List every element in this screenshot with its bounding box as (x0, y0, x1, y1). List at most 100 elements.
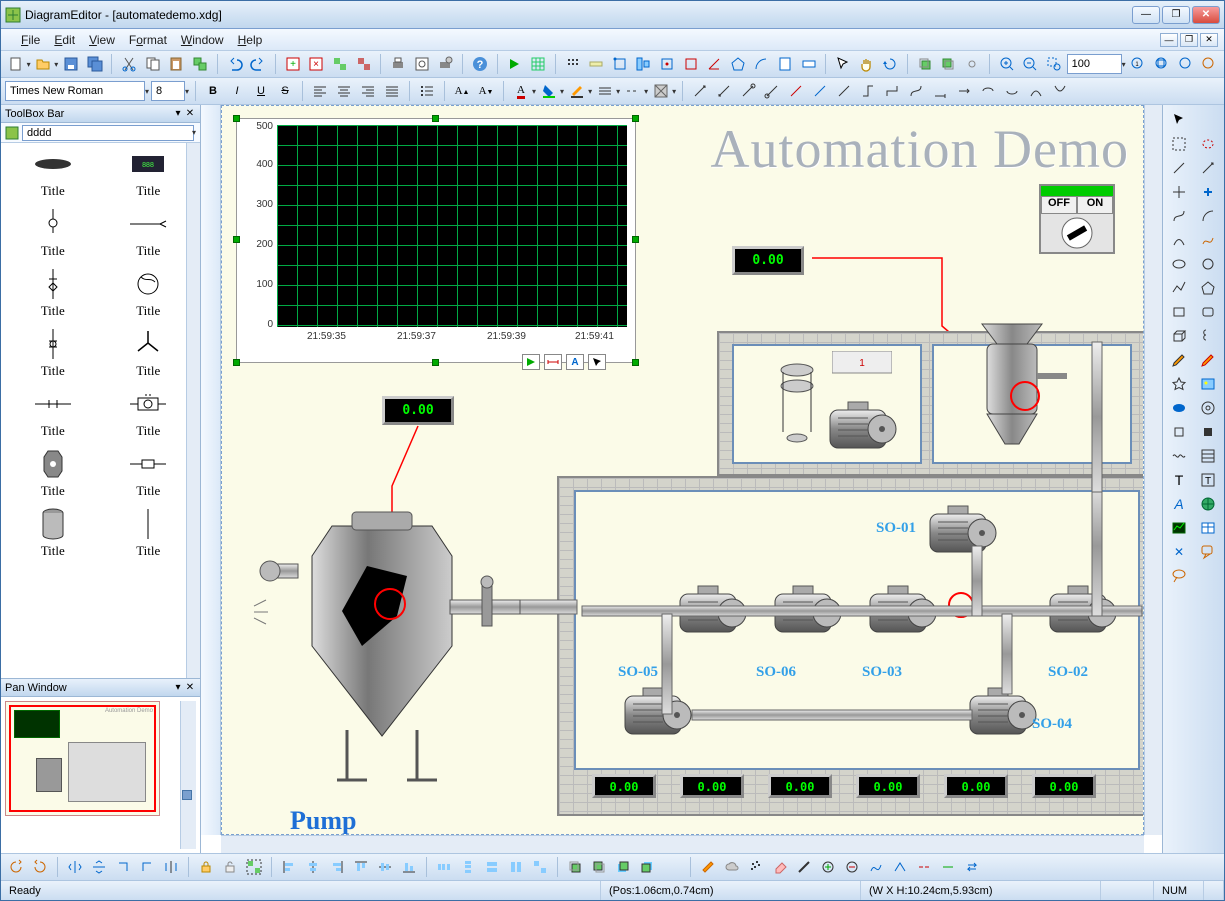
new-button[interactable] (5, 53, 27, 75)
circle-icon[interactable] (1195, 253, 1223, 275)
rotate-left-button[interactable] (5, 856, 27, 878)
hotspot-so03[interactable] (948, 592, 974, 618)
mdi-close[interactable]: ✕ (1200, 33, 1218, 47)
menu-window[interactable]: Window (181, 33, 224, 47)
hotspot-hopper[interactable] (1010, 381, 1040, 411)
bwd-button[interactable] (636, 856, 658, 878)
v-scrollbar[interactable] (1144, 105, 1162, 835)
break-button[interactable] (913, 856, 935, 878)
callout-icon[interactable] (1195, 541, 1223, 563)
conn-16[interactable] (1049, 80, 1071, 102)
callout2-icon[interactable] (1165, 565, 1193, 587)
snap-grid-button[interactable] (562, 53, 584, 75)
line-style-button[interactable] (594, 80, 616, 102)
conn-8[interactable] (857, 80, 879, 102)
palette-item[interactable]: Title (7, 449, 99, 499)
zoom-region-button[interactable] (1043, 53, 1065, 75)
edit-pencil-icon[interactable] (1195, 349, 1223, 371)
align-right-obj[interactable] (326, 856, 348, 878)
save-button[interactable] (60, 53, 82, 75)
trend-cursor-button[interactable] (588, 354, 606, 370)
align-bot-obj[interactable] (398, 856, 420, 878)
motor-bottom1[interactable] (617, 686, 697, 744)
close-button[interactable]: ✕ (1192, 6, 1220, 24)
palette-item[interactable]: Title (103, 389, 195, 439)
order-front-button[interactable] (914, 53, 936, 75)
h-scrollbar[interactable] (221, 835, 1144, 853)
font-grow-button[interactable]: A▲ (451, 80, 473, 102)
preview-button[interactable] (411, 53, 433, 75)
flip-v-button[interactable] (88, 856, 110, 878)
snap-angle-button[interactable] (703, 53, 725, 75)
zoom-fit-button[interactable] (1151, 53, 1173, 75)
list-button[interactable] (416, 80, 438, 102)
text-frame-icon[interactable]: T (1195, 469, 1223, 491)
help-button[interactable]: ? (469, 53, 491, 75)
line-arrow-icon[interactable] (1195, 157, 1223, 179)
order-back-button[interactable] (938, 53, 960, 75)
align-mid-obj[interactable] (374, 856, 396, 878)
square-icon[interactable] (1165, 421, 1193, 443)
pan-pin-icon[interactable]: ▾ (172, 682, 184, 694)
conn-9[interactable] (881, 80, 903, 102)
polyline-icon[interactable] (1165, 277, 1193, 299)
conn-5[interactable] (785, 80, 807, 102)
pump-vessel[interactable] (252, 506, 532, 806)
same-size-button[interactable] (529, 856, 551, 878)
square-fill-icon[interactable] (1195, 421, 1223, 443)
motor-upper-left[interactable] (822, 400, 902, 458)
palette-item[interactable]: Title (7, 509, 99, 559)
palette-item[interactable]: Title (103, 509, 195, 559)
line-dash-button[interactable] (622, 80, 644, 102)
toolbox-combo[interactable] (22, 125, 194, 141)
drawing-canvas[interactable]: Automation Demo 0 100 200 300 400 500 21… (221, 105, 1144, 835)
conn-15[interactable] (1025, 80, 1047, 102)
align-top-obj[interactable] (350, 856, 372, 878)
fwd-button[interactable] (612, 856, 634, 878)
send-back-button[interactable] (588, 856, 610, 878)
zoom-sel-button[interactable] (1198, 53, 1220, 75)
spray-button[interactable] (745, 856, 767, 878)
trend-play-button[interactable] (522, 354, 540, 370)
dist-h-button[interactable] (433, 856, 455, 878)
globe-icon[interactable] (1195, 493, 1223, 515)
zoom-page-button[interactable] (1175, 53, 1197, 75)
toolbox-scrollbar[interactable] (186, 143, 200, 678)
freehand-icon[interactable] (1195, 229, 1223, 251)
minimize-button[interactable]: — (1132, 6, 1160, 24)
grid-button[interactable] (527, 53, 549, 75)
cloud-button[interactable] (721, 856, 743, 878)
conn-14[interactable] (1001, 80, 1023, 102)
align-center-button[interactable] (333, 80, 355, 102)
rotate-tool[interactable] (880, 53, 902, 75)
print-setup-button[interactable] (434, 53, 456, 75)
line-color-button[interactable] (566, 80, 588, 102)
same-h-button[interactable] (505, 856, 527, 878)
menu-file[interactable]: File (21, 33, 40, 47)
snap-arc-button[interactable] (751, 53, 773, 75)
fill-color-button[interactable] (538, 80, 560, 102)
rot90cw-button[interactable] (112, 856, 134, 878)
palette-item[interactable]: Title (103, 209, 195, 259)
reverse-button[interactable] (961, 856, 983, 878)
font-size-input[interactable] (151, 81, 185, 101)
rot90ccw-button[interactable] (136, 856, 158, 878)
trend-chart[interactable]: 0 100 200 300 400 500 21:59:35 21:59:37 … (236, 118, 636, 363)
scope-icon[interactable] (1165, 517, 1193, 539)
conn-7[interactable] (833, 80, 855, 102)
strike-button[interactable]: S (274, 80, 296, 102)
conn-13[interactable] (977, 80, 999, 102)
palette-item[interactable]: Title (7, 269, 99, 319)
trend-range-button[interactable] (544, 354, 562, 370)
rect-select-icon[interactable] (1165, 133, 1193, 155)
motor-so06[interactable] (767, 584, 847, 642)
run-button[interactable] (504, 53, 526, 75)
align-left-button[interactable] (309, 80, 331, 102)
italic-button[interactable]: I (226, 80, 248, 102)
align-left-obj[interactable] (278, 856, 300, 878)
font-family-input[interactable] (5, 81, 145, 101)
layer-add-button[interactable]: + (282, 53, 304, 75)
align-justify-button[interactable] (381, 80, 403, 102)
open-button[interactable] (33, 53, 55, 75)
plus-icon[interactable] (1195, 181, 1223, 203)
